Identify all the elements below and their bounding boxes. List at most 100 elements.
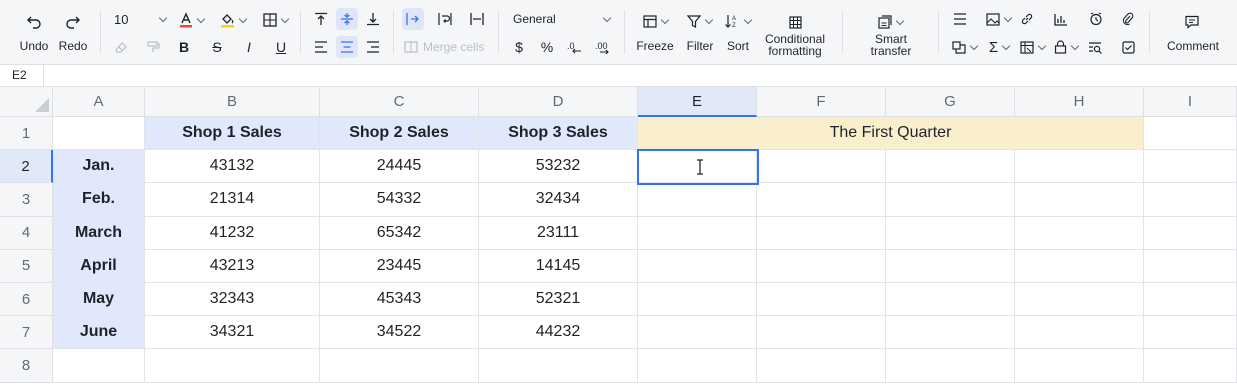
column-header-h[interactable]: H: [1015, 87, 1144, 117]
row-header-3[interactable]: 3: [0, 183, 53, 217]
row-header-6[interactable]: 6: [0, 283, 53, 317]
column-header-d[interactable]: D: [479, 87, 638, 117]
grid-cell[interactable]: [886, 283, 1015, 317]
decrease-decimal-icon[interactable]: .0: [565, 37, 587, 57]
redo-button[interactable]: Redo: [53, 40, 93, 52]
font-color-button[interactable]: [175, 9, 207, 31]
cell-name-box[interactable]: E2: [0, 65, 44, 86]
column-title-cell[interactable]: Shop 2 Sales: [320, 117, 479, 151]
bold-icon[interactable]: B: [174, 37, 194, 57]
column-header-c[interactable]: C: [320, 87, 479, 117]
grid-cell[interactable]: [1015, 349, 1144, 383]
grid-cell[interactable]: [145, 349, 320, 383]
conditional-formatting-icon[interactable]: [785, 13, 805, 31]
format-painter-icon[interactable]: [143, 37, 163, 57]
data-cell[interactable]: 43213: [145, 249, 320, 283]
month-label-cell[interactable]: June: [53, 316, 145, 350]
data-cell[interactable]: 45343: [320, 283, 479, 317]
column-header-i[interactable]: I: [1144, 87, 1237, 117]
grid-cell[interactable]: [638, 283, 757, 317]
data-cell[interactable]: 43132: [145, 150, 320, 184]
grid-cell[interactable]: [757, 150, 886, 184]
dropdown-list-icon[interactable]: [948, 37, 980, 57]
data-cell[interactable]: 44232: [479, 316, 638, 350]
column-header-g[interactable]: G: [886, 87, 1015, 117]
grid-cell[interactable]: [1144, 283, 1237, 317]
merged-title-cell[interactable]: The First Quarter: [638, 117, 1144, 151]
grid-cell[interactable]: [886, 316, 1015, 350]
smart-transfer-icon[interactable]: [874, 13, 906, 31]
grid-cell[interactable]: [757, 349, 886, 383]
data-cell[interactable]: 53232: [479, 150, 638, 184]
grid-cell[interactable]: [757, 249, 886, 283]
grid-cell[interactable]: [757, 183, 886, 217]
grid-cell[interactable]: [1144, 249, 1237, 283]
grid-cell[interactable]: [1015, 283, 1144, 317]
checkbox-icon[interactable]: [1118, 37, 1138, 57]
conditional-formatting-button[interactable]: Conditional formatting: [758, 33, 832, 57]
month-label-cell[interactable]: Jan.: [53, 150, 145, 184]
grid-cell[interactable]: [479, 349, 638, 383]
freeze-button[interactable]: Freeze: [632, 40, 678, 52]
column-title-cell[interactable]: Shop 1 Sales: [145, 117, 320, 151]
font-size-select[interactable]: 10: [110, 9, 168, 29]
merge-cells-button[interactable]: Merge cells: [404, 37, 494, 57]
align-bottom-icon[interactable]: [363, 9, 383, 29]
undo-icon[interactable]: [23, 11, 45, 33]
overflow-icon[interactable]: [402, 8, 424, 30]
percent-button[interactable]: %: [537, 37, 557, 57]
data-cell[interactable]: 24445: [320, 150, 479, 184]
month-label-cell[interactable]: March: [53, 216, 145, 250]
month-label-cell[interactable]: Feb.: [53, 183, 145, 217]
data-cell[interactable]: 21314: [145, 183, 320, 217]
align-left-icon[interactable]: [311, 37, 331, 57]
underline-icon[interactable]: U: [271, 37, 291, 57]
data-cell[interactable]: 52321: [479, 283, 638, 317]
grid-cell[interactable]: [638, 349, 757, 383]
grid-cell[interactable]: [638, 216, 757, 250]
insert-rows-icon[interactable]: [950, 9, 970, 29]
strikethrough-icon[interactable]: S: [207, 37, 227, 57]
grid-cell[interactable]: [1144, 183, 1237, 217]
data-cell[interactable]: 34522: [320, 316, 479, 350]
grid-cell[interactable]: [1144, 349, 1237, 383]
active-cell-selection[interactable]: [637, 149, 759, 186]
comment-button[interactable]: Comment: [1162, 40, 1224, 52]
freeze-icon[interactable]: [640, 11, 670, 31]
grid-cell[interactable]: [1144, 117, 1237, 151]
column-title-cell[interactable]: Shop 3 Sales: [479, 117, 638, 151]
filter-icon[interactable]: [684, 11, 714, 31]
row-header-5[interactable]: 5: [0, 249, 53, 283]
grid-cell[interactable]: [638, 183, 757, 217]
align-top-icon[interactable]: [311, 9, 331, 29]
data-cell[interactable]: 14145: [479, 249, 638, 283]
grid-cell[interactable]: [1015, 150, 1144, 184]
column-header-a[interactable]: A: [53, 87, 145, 117]
data-cell[interactable]: 65342: [320, 216, 479, 250]
grid-cell[interactable]: [886, 216, 1015, 250]
align-middle-icon[interactable]: [336, 8, 358, 30]
grid-cell[interactable]: [1015, 249, 1144, 283]
grid-cell[interactable]: [757, 316, 886, 350]
link-icon[interactable]: [1017, 9, 1037, 29]
row-header-7[interactable]: 7: [0, 316, 53, 350]
grid-cell[interactable]: [53, 117, 145, 151]
borders-button[interactable]: [259, 9, 291, 31]
redo-icon[interactable]: [62, 11, 84, 33]
data-cell[interactable]: 23445: [320, 249, 479, 283]
row-header-4[interactable]: 4: [0, 216, 53, 250]
grid-cell[interactable]: [1015, 183, 1144, 217]
grid-cell[interactable]: [886, 349, 1015, 383]
grid-cell[interactable]: [1144, 216, 1237, 250]
row-header-2[interactable]: 2: [0, 150, 53, 184]
filter-button[interactable]: Filter: [680, 40, 720, 52]
grid-cell[interactable]: [638, 249, 757, 283]
grid-cell[interactable]: [1015, 316, 1144, 350]
sort-icon[interactable]: AZ: [722, 11, 752, 31]
undo-button[interactable]: Undo: [14, 40, 54, 52]
data-cell[interactable]: 32343: [145, 283, 320, 317]
fill-color-button[interactable]: [217, 9, 249, 31]
data-cell[interactable]: 41232: [145, 216, 320, 250]
month-label-cell[interactable]: May: [53, 283, 145, 317]
data-cell[interactable]: 32434: [479, 183, 638, 217]
